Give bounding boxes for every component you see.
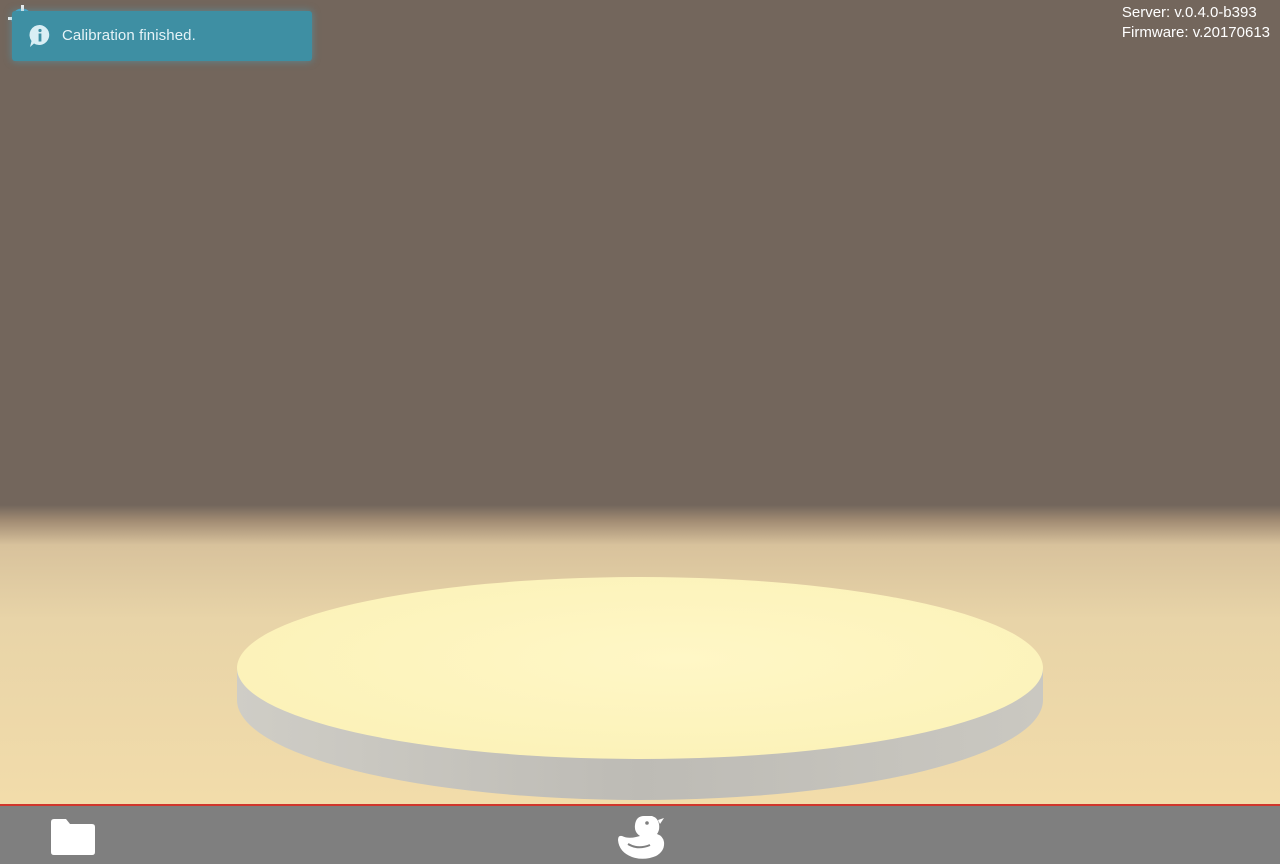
version-info: Server: v.0.4.0-b393 Firmware: v.2017061… — [1122, 3, 1270, 43]
server-version: Server: v.0.4.0-b393 — [1121, 4, 1257, 21]
folder-icon[interactable] — [48, 814, 98, 858]
print-platform — [237, 577, 1043, 800]
platform-top — [237, 577, 1043, 759]
firmware-version: Firmware: v.20170613 — [1121, 24, 1270, 41]
notification-message: Calibration finished. — [62, 27, 196, 44]
duck-icon[interactable] — [614, 812, 668, 862]
3d-viewport[interactable]: Calibration finished. Server: v.0.4.0-b3… — [0, 0, 1280, 804]
notification-toast[interactable]: Calibration finished. — [12, 11, 312, 61]
bottom-toolbar — [0, 804, 1280, 864]
info-icon — [29, 24, 50, 47]
